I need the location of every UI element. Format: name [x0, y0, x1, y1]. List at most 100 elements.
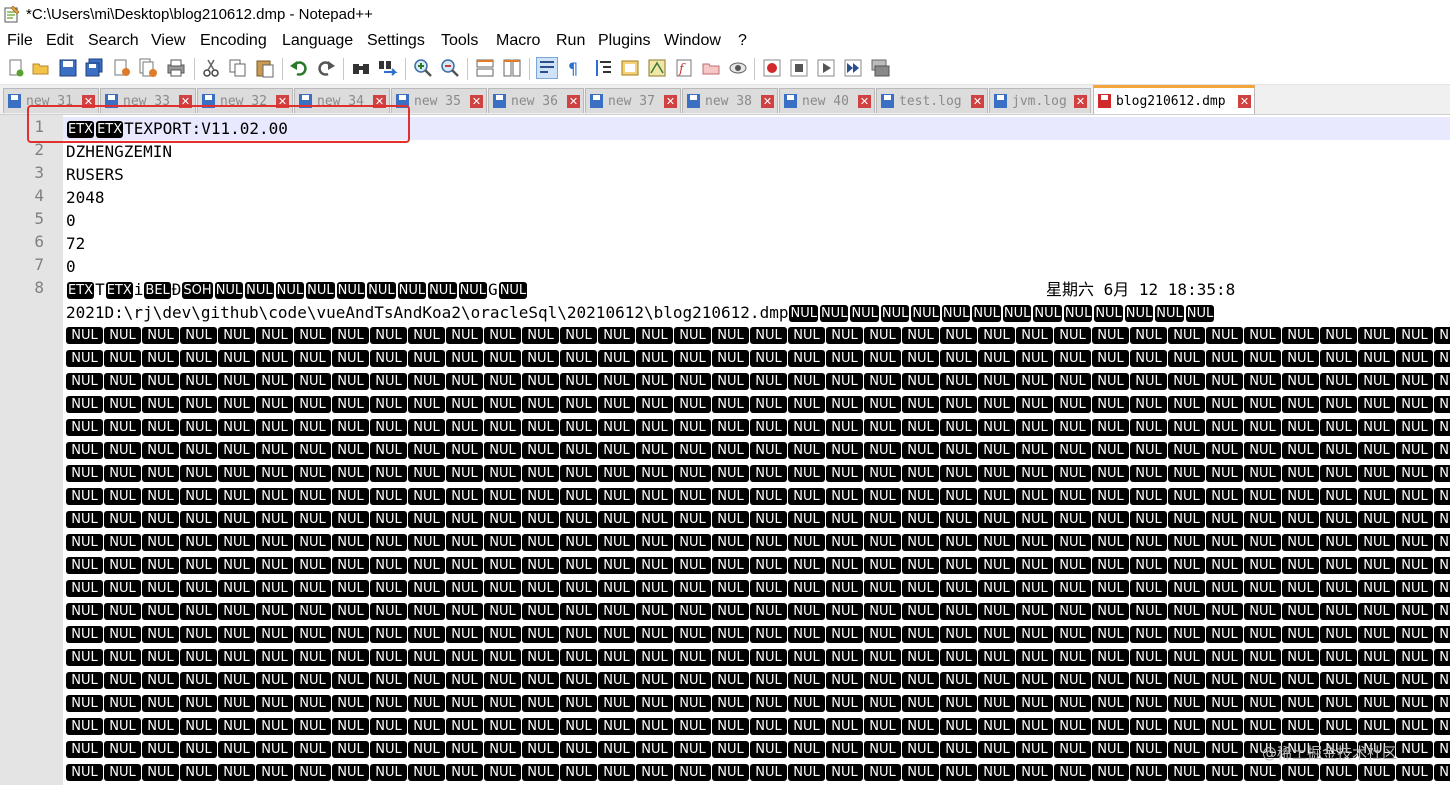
menu-macro[interactable]: Macro [496, 32, 540, 50]
menu-window[interactable]: Window [664, 32, 721, 50]
control-char: NUL [522, 534, 559, 551]
menu-plugins[interactable]: Plugins [598, 32, 650, 50]
document-map-icon[interactable] [647, 58, 667, 78]
nul-row[interactable]: NUL NUL NUL NUL NUL NUL NUL NUL NUL NUL NUL NUL NUL N… [66, 531, 1450, 554]
menu-settings[interactable]: Settings [367, 32, 425, 50]
close-tab-icon[interactable]: ✕ [971, 95, 984, 108]
close-tab-icon[interactable]: ✕ [761, 95, 774, 108]
indent-guide-icon[interactable] [594, 58, 614, 78]
new-file-icon[interactable] [6, 58, 26, 78]
control-char: NUL [1320, 534, 1357, 551]
close-tab-icon[interactable]: ✕ [470, 95, 483, 108]
menu-edit[interactable]: Edit [46, 32, 74, 50]
nul-row[interactable]: NUL NUL NUL NUL NUL NUL NUL NUL NUL NUL NUL NUL NUL N… [66, 646, 1450, 669]
sync-vertical-icon[interactable] [475, 58, 495, 78]
nul-row[interactable]: NUL NUL NUL NUL NUL NUL NUL NUL NUL NUL NUL NUL NUL N… [66, 324, 1450, 347]
nul-row[interactable]: NUL NUL NUL NUL NUL NUL NUL NUL NUL NUL NUL NUL NUL N… [66, 370, 1450, 393]
tab-new-37[interactable]: new 37 ✕ [585, 88, 681, 113]
function-list-icon[interactable]: f [674, 58, 694, 78]
redo-icon[interactable] [316, 58, 336, 78]
sync-horizontal-icon[interactable] [502, 58, 522, 78]
tab-new-38[interactable]: new 38 ✕ [682, 88, 778, 113]
nul-row[interactable]: NUL NUL NUL NUL NUL NUL NUL NUL NUL NUL NUL NUL NUL N… [66, 738, 1450, 761]
code-line-4[interactable]: 2048 [66, 186, 105, 209]
zoom-out-icon[interactable] [440, 58, 460, 78]
control-char: NUL [674, 718, 711, 735]
control-char: NUL [940, 626, 977, 643]
nul-row[interactable]: NUL NUL NUL NUL NUL NUL NUL NUL NUL NUL NUL NUL NUL N… [66, 554, 1450, 577]
nul-row[interactable]: NUL NUL NUL NUL NUL NUL NUL NUL NUL NUL NUL NUL NUL N… [66, 669, 1450, 692]
udl-icon[interactable] [620, 58, 640, 78]
open-file-icon[interactable] [31, 58, 51, 78]
control-char: NUL [522, 465, 559, 482]
nul-row[interactable]: NUL NUL NUL NUL NUL NUL NUL NUL NUL NUL NUL NUL NUL N… [66, 715, 1450, 738]
nul-row[interactable]: NUL NUL NUL NUL NUL NUL NUL NUL NUL NUL NUL NUL NUL N… [66, 623, 1450, 646]
playback-icon[interactable] [816, 58, 836, 78]
tab-new-40[interactable]: new 40 ✕ [779, 88, 875, 113]
copy-icon[interactable] [228, 58, 248, 78]
nul-row[interactable]: NUL NUL NUL NUL NUL NUL NUL NUL NUL NUL NUL NUL NUL N… [66, 600, 1450, 623]
stop-recording-icon[interactable] [789, 58, 809, 78]
folder-workspace-icon[interactable] [701, 58, 721, 78]
nul-row[interactable]: NUL NUL NUL NUL NUL NUL NUL NUL NUL NUL NUL NUL NUL N… [66, 761, 1450, 784]
control-char: NUL [104, 534, 141, 551]
code-line-8[interactable]: ETX T ETX i BEL Đ SOH NUL NUL NUL NUL NUL NUL NUL NUL N… [66, 278, 1450, 301]
menu-view[interactable]: View [151, 32, 185, 50]
show-all-characters-icon[interactable]: ¶ [564, 58, 584, 78]
nul-row[interactable]: NUL NUL NUL NUL NUL NUL NUL NUL NUL NUL NUL NUL NUL N… [66, 577, 1450, 600]
menu-encoding[interactable]: Encoding [200, 32, 267, 50]
close-all-icon[interactable] [138, 58, 158, 78]
nul-row[interactable]: NUL NUL NUL NUL NUL NUL NUL NUL NUL NUL NUL NUL NUL N… [66, 393, 1450, 416]
record-macro-icon[interactable] [762, 58, 782, 78]
close-tab-icon[interactable]: ✕ [664, 95, 677, 108]
save-macro-icon[interactable] [870, 58, 890, 78]
tab-jvm-log[interactable]: jvm.log ✕ [989, 88, 1091, 113]
code-line-6[interactable]: 72 [66, 232, 85, 255]
menu-tools[interactable]: Tools [441, 32, 478, 50]
run-macro-multiple-icon[interactable] [843, 58, 863, 78]
tab-blog210612-dmp[interactable]: blog210612.dmp ✕ [1093, 85, 1255, 114]
control-char: NUL [636, 603, 673, 620]
nul-row[interactable]: NUL NUL NUL NUL NUL NUL NUL NUL NUL NUL NUL NUL NUL N… [66, 508, 1450, 531]
zoom-in-icon[interactable] [413, 58, 433, 78]
nul-row[interactable]: NUL NUL NUL NUL NUL NUL NUL NUL NUL NUL NUL NUL NUL N… [66, 439, 1450, 462]
cut-icon[interactable] [201, 58, 221, 78]
nul-row[interactable]: NUL NUL NUL NUL NUL NUL NUL NUL NUL NUL NUL NUL NUL N… [66, 462, 1450, 485]
save-icon[interactable] [58, 58, 78, 78]
menu-help[interactable]: ? [738, 32, 747, 50]
nul-row[interactable]: NUL NUL NUL NUL NUL NUL NUL NUL NUL NUL NUL NUL NUL N… [66, 416, 1450, 439]
control-char: NUL [1434, 442, 1450, 459]
code-line-8-wrap[interactable]: 2021D:\rj\dev\github\code\vueAndTsAndKoa… [66, 301, 1450, 324]
menu-language[interactable]: Language [282, 32, 353, 50]
tab-test-log[interactable]: test.log ✕ [876, 88, 988, 113]
paste-icon[interactable] [255, 58, 275, 78]
close-icon[interactable] [112, 58, 132, 78]
monitoring-icon[interactable] [728, 58, 748, 78]
code-line-2[interactable]: DZHENGZEMIN [66, 140, 172, 163]
control-char: NUL [560, 465, 597, 482]
close-tab-icon[interactable]: ✕ [1074, 95, 1087, 108]
control-char: NUL [940, 465, 977, 482]
find-icon[interactable] [351, 58, 371, 78]
control-char: NUL [978, 465, 1015, 482]
word-wrap-icon[interactable] [536, 57, 558, 79]
undo-icon[interactable] [289, 58, 309, 78]
control-char: NUL [1358, 373, 1395, 390]
menu-run[interactable]: Run [556, 32, 585, 50]
close-tab-icon[interactable]: ✕ [567, 95, 580, 108]
nul-row[interactable]: NUL NUL NUL NUL NUL NUL NUL NUL NUL NUL NUL NUL NUL N… [66, 347, 1450, 370]
print-icon[interactable] [166, 58, 186, 78]
code-line-3[interactable]: RUSERS [66, 163, 124, 186]
menu-search[interactable]: Search [88, 32, 139, 50]
replace-icon[interactable] [378, 58, 398, 78]
nul-row[interactable]: NUL NUL NUL NUL NUL NUL NUL NUL NUL NUL NUL NUL NUL N… [66, 485, 1450, 508]
nul-row[interactable]: NUL NUL NUL NUL NUL NUL NUL NUL NUL NUL NUL NUL NUL N… [66, 692, 1450, 715]
close-tab-icon[interactable]: ✕ [858, 95, 871, 108]
tab-new-36[interactable]: new 36 ✕ [488, 88, 584, 113]
menu-file[interactable]: File [7, 32, 33, 50]
code-line-5[interactable]: 0 [66, 209, 76, 232]
close-tab-icon[interactable]: ✕ [1238, 95, 1251, 108]
editor[interactable]: 1 2 3 4 5 6 7 8 ETX ETX TEXPORT:V11.02.00 … [0, 115, 1450, 785]
code-line-7[interactable]: 0 [66, 255, 76, 278]
save-all-icon[interactable] [84, 58, 104, 78]
